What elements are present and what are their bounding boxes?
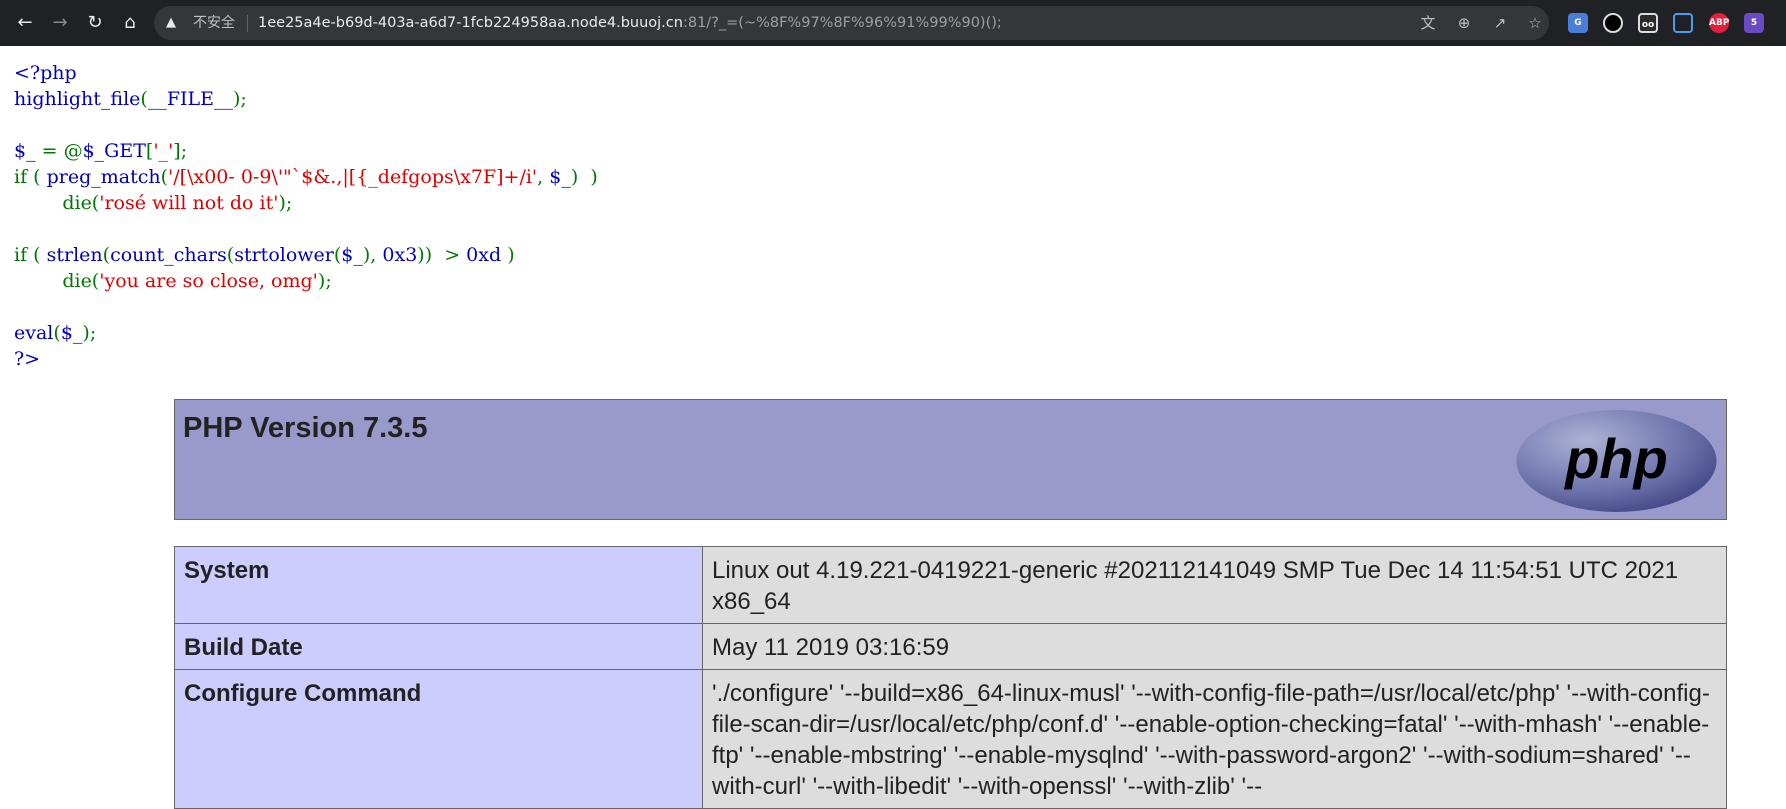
php-logo[interactable]: php	[1515, 408, 1718, 514]
address-separator	[247, 15, 248, 32]
code-string: 'you are so close, omg'	[99, 270, 318, 292]
code-fn: preg_match	[46, 166, 161, 188]
google-translate-extension-icon[interactable]: G	[1568, 13, 1588, 33]
phpinfo-header: PHP Version 7.3.5 php	[174, 399, 1727, 520]
translate-icon[interactable]: 文	[1418, 13, 1438, 33]
home-icon[interactable]: ⌂	[115, 8, 145, 38]
code-var: $_GET	[82, 140, 146, 162]
code-string: '_'	[153, 140, 174, 162]
code-fn: count_chars	[110, 244, 227, 266]
code-const: __FILE__	[147, 88, 234, 110]
abp-badge: ABP	[1709, 18, 1730, 28]
code-string: 'rosé will not do it'	[99, 192, 279, 214]
dark-circle-extension-icon[interactable]	[1603, 13, 1623, 33]
code-fn: strtolower	[234, 244, 334, 266]
table-row: Configure Command './configure' '--build…	[174, 669, 1727, 809]
url-path: :81/?_=(~%8F%97%8F%96%91%99%90)();	[682, 15, 1002, 31]
code-fn: eval	[14, 322, 54, 344]
code-number: 0xd	[466, 244, 502, 266]
code-php-open: <?php	[14, 62, 77, 84]
code-punct: ) )	[570, 166, 598, 188]
table-row: Build Date May 11 2019 03:16:59	[174, 623, 1727, 670]
warning-icon[interactable]: ▲	[166, 14, 176, 32]
code-punct: ,	[537, 166, 544, 188]
code-punct: (	[53, 322, 61, 344]
code-regex-string: '/[\x00- 0-9\'"`$&.,|[{_defgops\x7F]+/i'	[168, 166, 538, 188]
zoom-icon[interactable]: ⊕	[1454, 13, 1474, 33]
code-var: $_	[341, 244, 363, 266]
url-text[interactable]: 1ee25a4e-b69d-403a-a6d7-1fcb224958aa.nod…	[258, 13, 1002, 33]
code-keyword: die(	[62, 270, 100, 292]
share-icon[interactable]: ↗	[1490, 13, 1510, 33]
code-keyword: die(	[62, 192, 100, 214]
code-punct: (	[140, 88, 148, 110]
code-punct: )	[507, 244, 515, 266]
code-punct: );	[233, 88, 247, 110]
address-bar[interactable]: ▲ 不安全 1ee25a4e-b69d-403a-a6d7-1fcb224958…	[154, 6, 1549, 40]
code-punct: ),	[362, 244, 377, 266]
browser-toolbar: ← → ↻ ⌂ ▲ 不安全 1ee25a4e-b69d-403a-a6d7-1f…	[0, 0, 1786, 46]
reload-icon[interactable]: ↻	[80, 8, 110, 38]
code-php-close: ?>	[14, 348, 41, 370]
adblock-plus-extension-icon[interactable]: ABP	[1709, 13, 1729, 33]
glasses-extension-icon[interactable]: oo	[1638, 13, 1658, 33]
url-host: 1ee25a4e-b69d-403a-a6d7-1fcb224958aa.nod…	[258, 15, 683, 31]
php-source-code: <?php highlight_file(__FILE__); $_ = @$_…	[14, 60, 598, 372]
row-value-system: Linux out 4.19.221-0419221-generic #2021…	[702, 546, 1727, 624]
code-var: $_	[60, 322, 83, 344]
code-punct: );	[317, 270, 332, 292]
code-punct: );	[82, 322, 97, 344]
code-punct: );	[278, 192, 293, 214]
code-punct: (	[102, 244, 111, 266]
security-label[interactable]: 不安全	[193, 13, 235, 33]
row-value-configure-command: './configure' '--build=x86_64-linux-musl…	[702, 669, 1727, 809]
code-op: = @	[35, 140, 83, 162]
code-fn: strlen	[46, 244, 103, 266]
code-var: $_	[14, 140, 36, 162]
forward-icon[interactable]: →	[45, 8, 75, 38]
php-logo-text: php	[1563, 427, 1668, 490]
code-keyword: if (	[14, 244, 41, 266]
extension-count-badge: 5	[1750, 18, 1758, 28]
code-keyword: if (	[14, 166, 41, 188]
puzzle-extension-icon[interactable]: 5	[1744, 13, 1764, 33]
code-fn: highlight_file	[14, 88, 141, 110]
back-icon[interactable]: ←	[10, 8, 40, 38]
row-label-configure-command: Configure Command	[174, 669, 703, 809]
code-op: )) >	[417, 244, 461, 266]
code-var: $_	[549, 166, 571, 188]
row-label-system: System	[174, 546, 703, 624]
row-label-build-date: Build Date	[174, 623, 703, 670]
screenshot-extension-icon[interactable]	[1673, 13, 1693, 33]
code-punct: ];	[173, 140, 188, 162]
bookmark-star-icon[interactable]: ☆	[1525, 13, 1545, 33]
phpinfo-title: PHP Version 7.3.5	[183, 412, 428, 444]
table-row: System Linux out 4.19.221-0419221-generi…	[174, 546, 1727, 624]
row-value-build-date: May 11 2019 03:16:59	[702, 623, 1727, 670]
code-number: 0x3	[382, 244, 418, 266]
phpinfo-table: System Linux out 4.19.221-0419221-generi…	[174, 546, 1727, 809]
code-punct: (	[160, 166, 169, 188]
